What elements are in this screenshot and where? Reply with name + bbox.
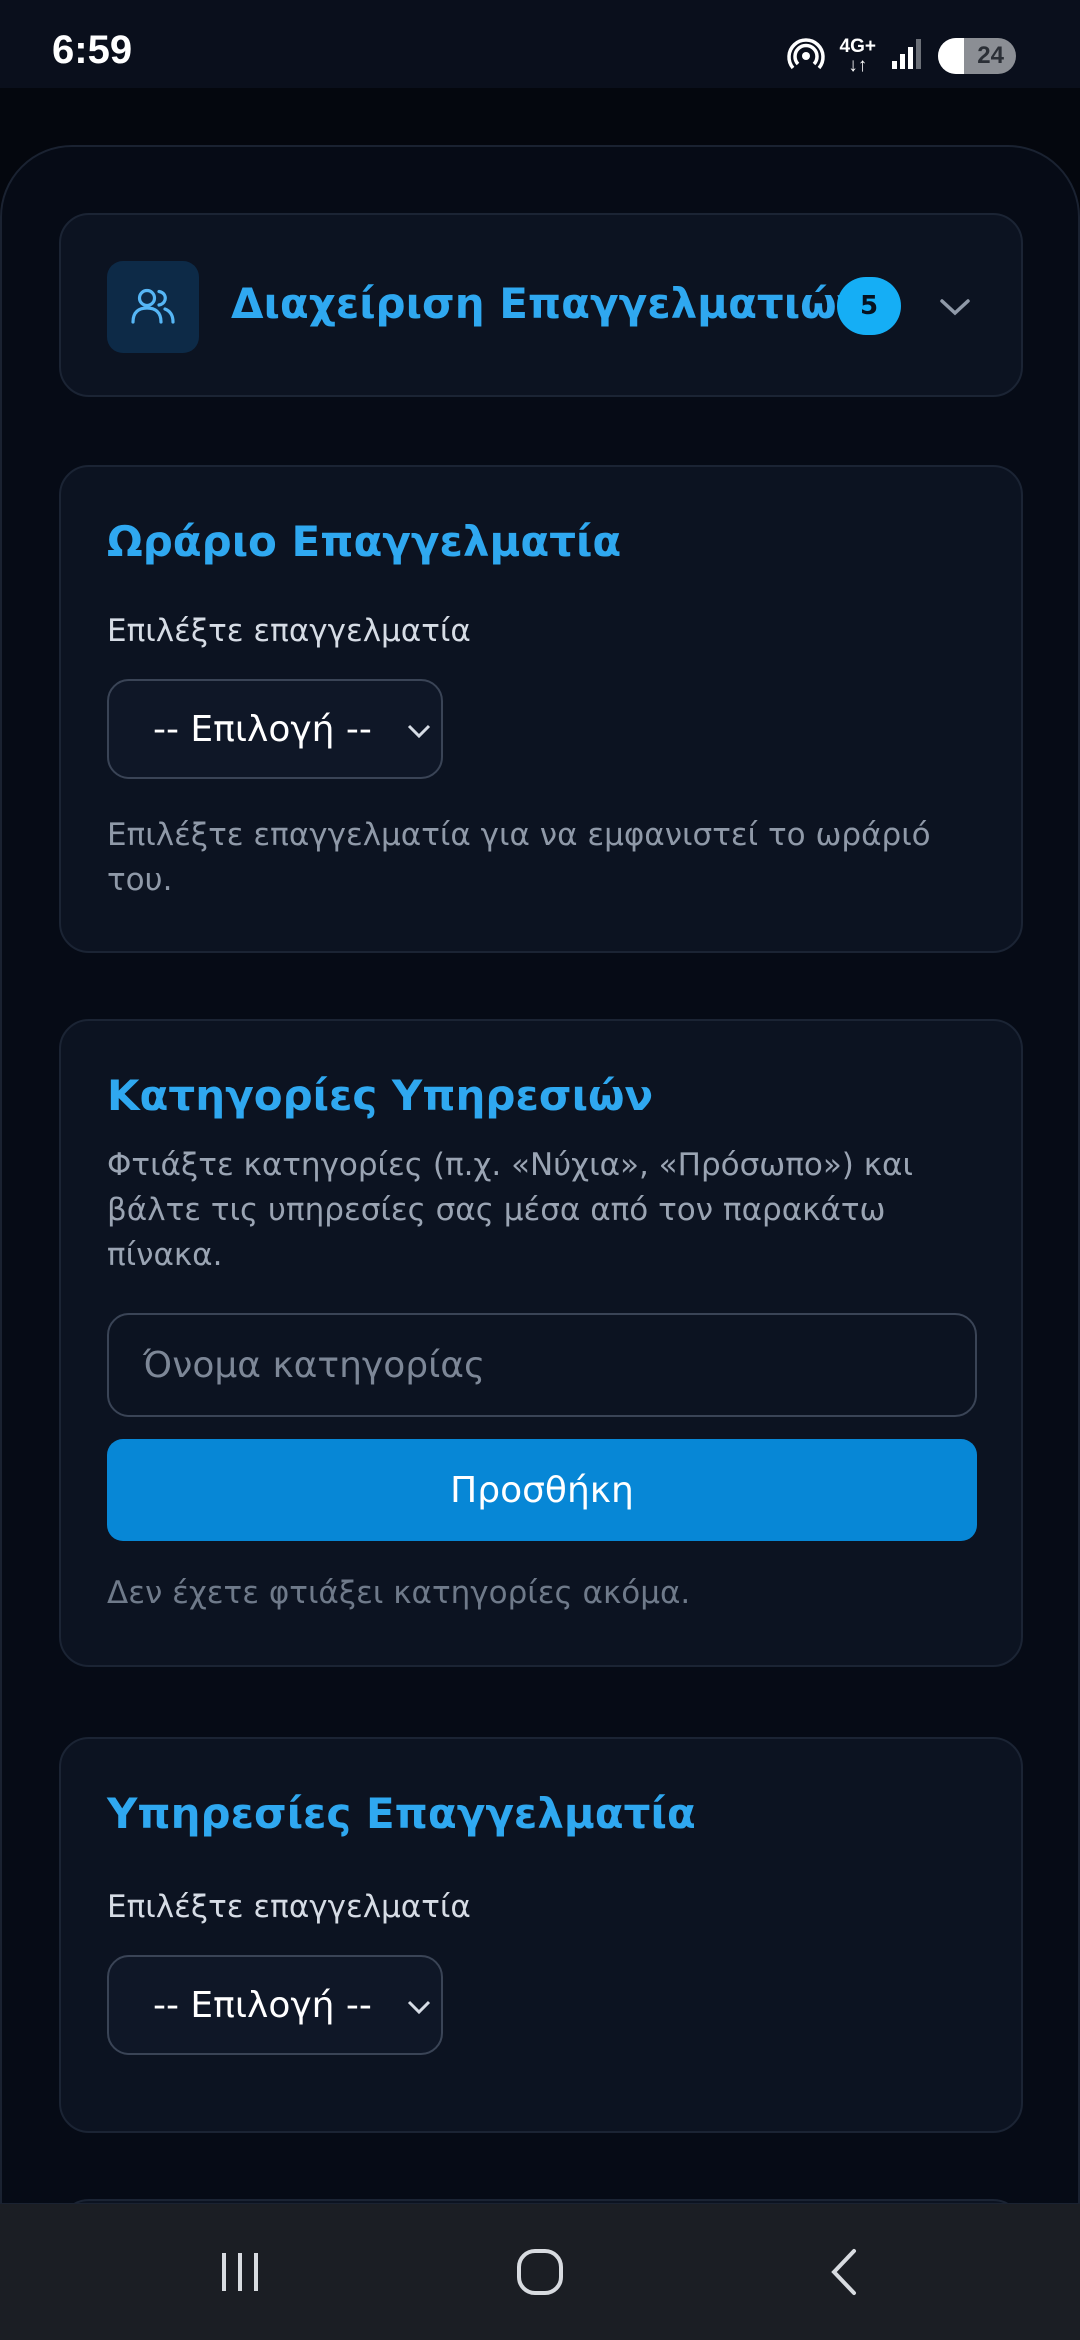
recent-apps-icon[interactable]	[210, 2242, 270, 2302]
schedule-select-value: -- Επιλογή --	[153, 708, 372, 750]
professionals-header[interactable]: Διαχείριση Επαγγελματιών 5	[59, 213, 1023, 397]
schedule-professional-select[interactable]: -- Επιλογή --	[107, 679, 443, 779]
header-title: Διαχείριση Επαγγελματιών	[231, 279, 866, 328]
schedule-title: Ωράριο Επαγγελματία	[107, 517, 622, 566]
data-arrows-icon: ↓↑	[848, 55, 868, 76]
back-icon[interactable]	[814, 2242, 874, 2302]
chevron-down-icon[interactable]	[931, 283, 979, 331]
add-category-button[interactable]: Προσθήκη	[107, 1439, 977, 1541]
battery-charge-icon	[938, 38, 964, 74]
schedule-select-label: Επιλέξτε επαγγελματία	[107, 613, 471, 649]
network-label: 4G+	[839, 36, 876, 57]
services-professional-select[interactable]: -- Επιλογή --	[107, 1955, 443, 2055]
category-name-input[interactable]: Όνομα κατηγορίας	[107, 1313, 977, 1417]
battery-level: 24	[977, 42, 1004, 69]
categories-empty-text: Δεν έχετε φτιάξει κατηγορίες ακόμα.	[107, 1575, 691, 1611]
chevron-down-icon	[403, 1991, 435, 2023]
chevron-down-icon	[403, 715, 435, 747]
system-nav-bar	[0, 2204, 1080, 2340]
hotspot-icon	[786, 34, 826, 78]
network-type: 4G+ ↓↑	[840, 37, 876, 75]
services-select-label: Επιλέξτε επαγγελματία	[107, 1889, 471, 1925]
home-icon[interactable]	[510, 2242, 570, 2302]
schedule-helper-text: Επιλέξτε επαγγελματία για να εμφανιστεί …	[107, 817, 931, 898]
count-badge: 5	[837, 277, 901, 335]
services-title: Υπηρεσίες Επαγγελματία	[107, 1789, 696, 1838]
services-card: Υπηρεσίες Επαγγελματία Επιλέξτε επαγγελμ…	[59, 1737, 1023, 2133]
category-name-placeholder: Όνομα κατηγορίας	[143, 1344, 486, 1386]
status-bar: 6:59 4G+ ↓↑ 24	[0, 0, 1080, 88]
battery-icon: 24	[938, 38, 1016, 74]
schedule-card: Ωράριο Επαγγελματία Επιλέξτε επαγγελματί…	[59, 465, 1023, 953]
status-icons: 4G+ ↓↑ 24	[786, 34, 1016, 78]
signal-icon	[890, 37, 924, 75]
services-select-value: -- Επιλογή --	[153, 1984, 372, 2026]
users-icon	[107, 261, 199, 353]
status-time: 6:59	[52, 28, 133, 72]
app-sheet: Διαχείριση Επαγγελματιών 5 Ωράριο Επαγγε…	[0, 145, 1080, 2205]
categories-description: Φτιάξτε κατηγορίες (π.χ. «Νύχια», «Πρόσω…	[107, 1147, 913, 1273]
categories-card: Κατηγορίες Υπηρεσιών Φτιάξτε κατηγορίες …	[59, 1019, 1023, 1667]
categories-title: Κατηγορίες Υπηρεσιών	[107, 1071, 654, 1120]
